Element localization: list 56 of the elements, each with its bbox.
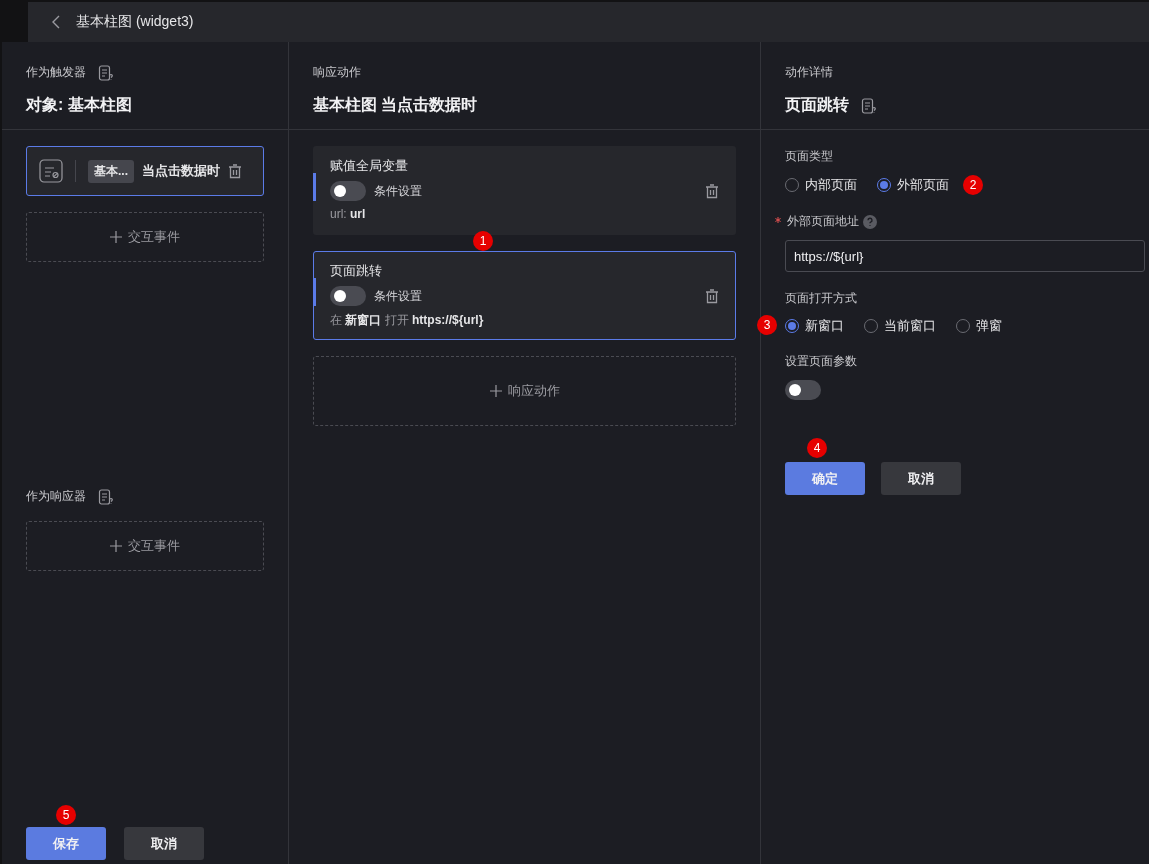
accent-bar (313, 278, 316, 306)
help-document-icon[interactable] (98, 488, 114, 505)
object-tag: 基本... (88, 159, 134, 183)
cancel-button[interactable]: 取消 (881, 462, 961, 495)
field-label: 设置页面参数 (785, 353, 858, 370)
radio-option[interactable]: 内部页面 (785, 176, 857, 194)
help-icon[interactable] (863, 214, 877, 229)
section-title: 对象: 基本柱图 (26, 95, 133, 115)
section-title: 基本柱图 当点击数据时 (313, 95, 479, 115)
callout-badge: 2 (963, 175, 983, 195)
radio-option[interactable]: 当前窗口 (864, 317, 936, 335)
plus-icon (110, 231, 122, 243)
event-text: 当点击数据时 (142, 162, 220, 180)
trash-icon[interactable] (228, 163, 242, 179)
section-title: 页面跳转 (785, 95, 849, 115)
toggle-label: 条件设置 (374, 182, 422, 200)
callout-badge: 5 (56, 805, 76, 825)
plus-icon (489, 385, 502, 397)
toggle-switch[interactable] (330, 286, 366, 306)
callout-badge: 1 (473, 231, 493, 251)
section-label: 作为触发器 (26, 64, 86, 81)
add-event-button[interactable]: 交互事件 (26, 212, 264, 262)
callout-badge: 4 (807, 438, 827, 458)
field-label: 外部页面地址 (787, 213, 859, 230)
callout-badge: 3 (757, 315, 777, 335)
help-document-icon[interactable] (98, 64, 114, 81)
event-icon (39, 159, 63, 183)
action-card[interactable]: 赋值全局变量 条件设置 url: url (313, 146, 736, 235)
radio-option[interactable]: 弹窗 (956, 317, 1002, 335)
section-label: 响应动作 (313, 64, 362, 81)
cancel-button[interactable]: 取消 (124, 827, 204, 860)
trash-icon[interactable] (705, 288, 719, 304)
action-detail: 在 新窗口 打开 https://${url} (330, 312, 485, 329)
add-action-button[interactable]: 响应动作 (313, 356, 736, 426)
back-icon[interactable] (52, 15, 60, 29)
plus-icon (110, 540, 122, 552)
field-label: 页面打开方式 (785, 290, 858, 307)
section-label: 作为响应器 (26, 488, 86, 505)
radio-option[interactable]: 外部页面 (877, 176, 949, 194)
url-input-field[interactable]: https://${url} (785, 240, 1145, 272)
trash-icon[interactable] (705, 183, 719, 199)
add-event-button[interactable]: 交互事件 (26, 521, 264, 571)
radio-option[interactable]: 新窗口 (785, 317, 844, 335)
field-label: 页面类型 (785, 148, 834, 165)
action-detail: url: url (330, 207, 367, 221)
action-card[interactable]: 页面跳转 条件设置 在 新窗口 打开 https://${url} (313, 251, 736, 340)
accent-bar (313, 173, 316, 201)
toggle-label: 条件设置 (374, 287, 422, 305)
toggle-switch[interactable] (330, 181, 366, 201)
action-title: 页面跳转 (330, 262, 383, 280)
event-card[interactable]: 基本... 当点击数据时 (26, 146, 264, 196)
section-label: 动作详情 (785, 64, 834, 81)
action-title: 赋值全局变量 (330, 157, 409, 175)
toggle-switch[interactable] (785, 380, 821, 400)
help-document-icon[interactable] (861, 97, 877, 114)
header-title: 基本柱图 (widget3) (76, 13, 194, 31)
